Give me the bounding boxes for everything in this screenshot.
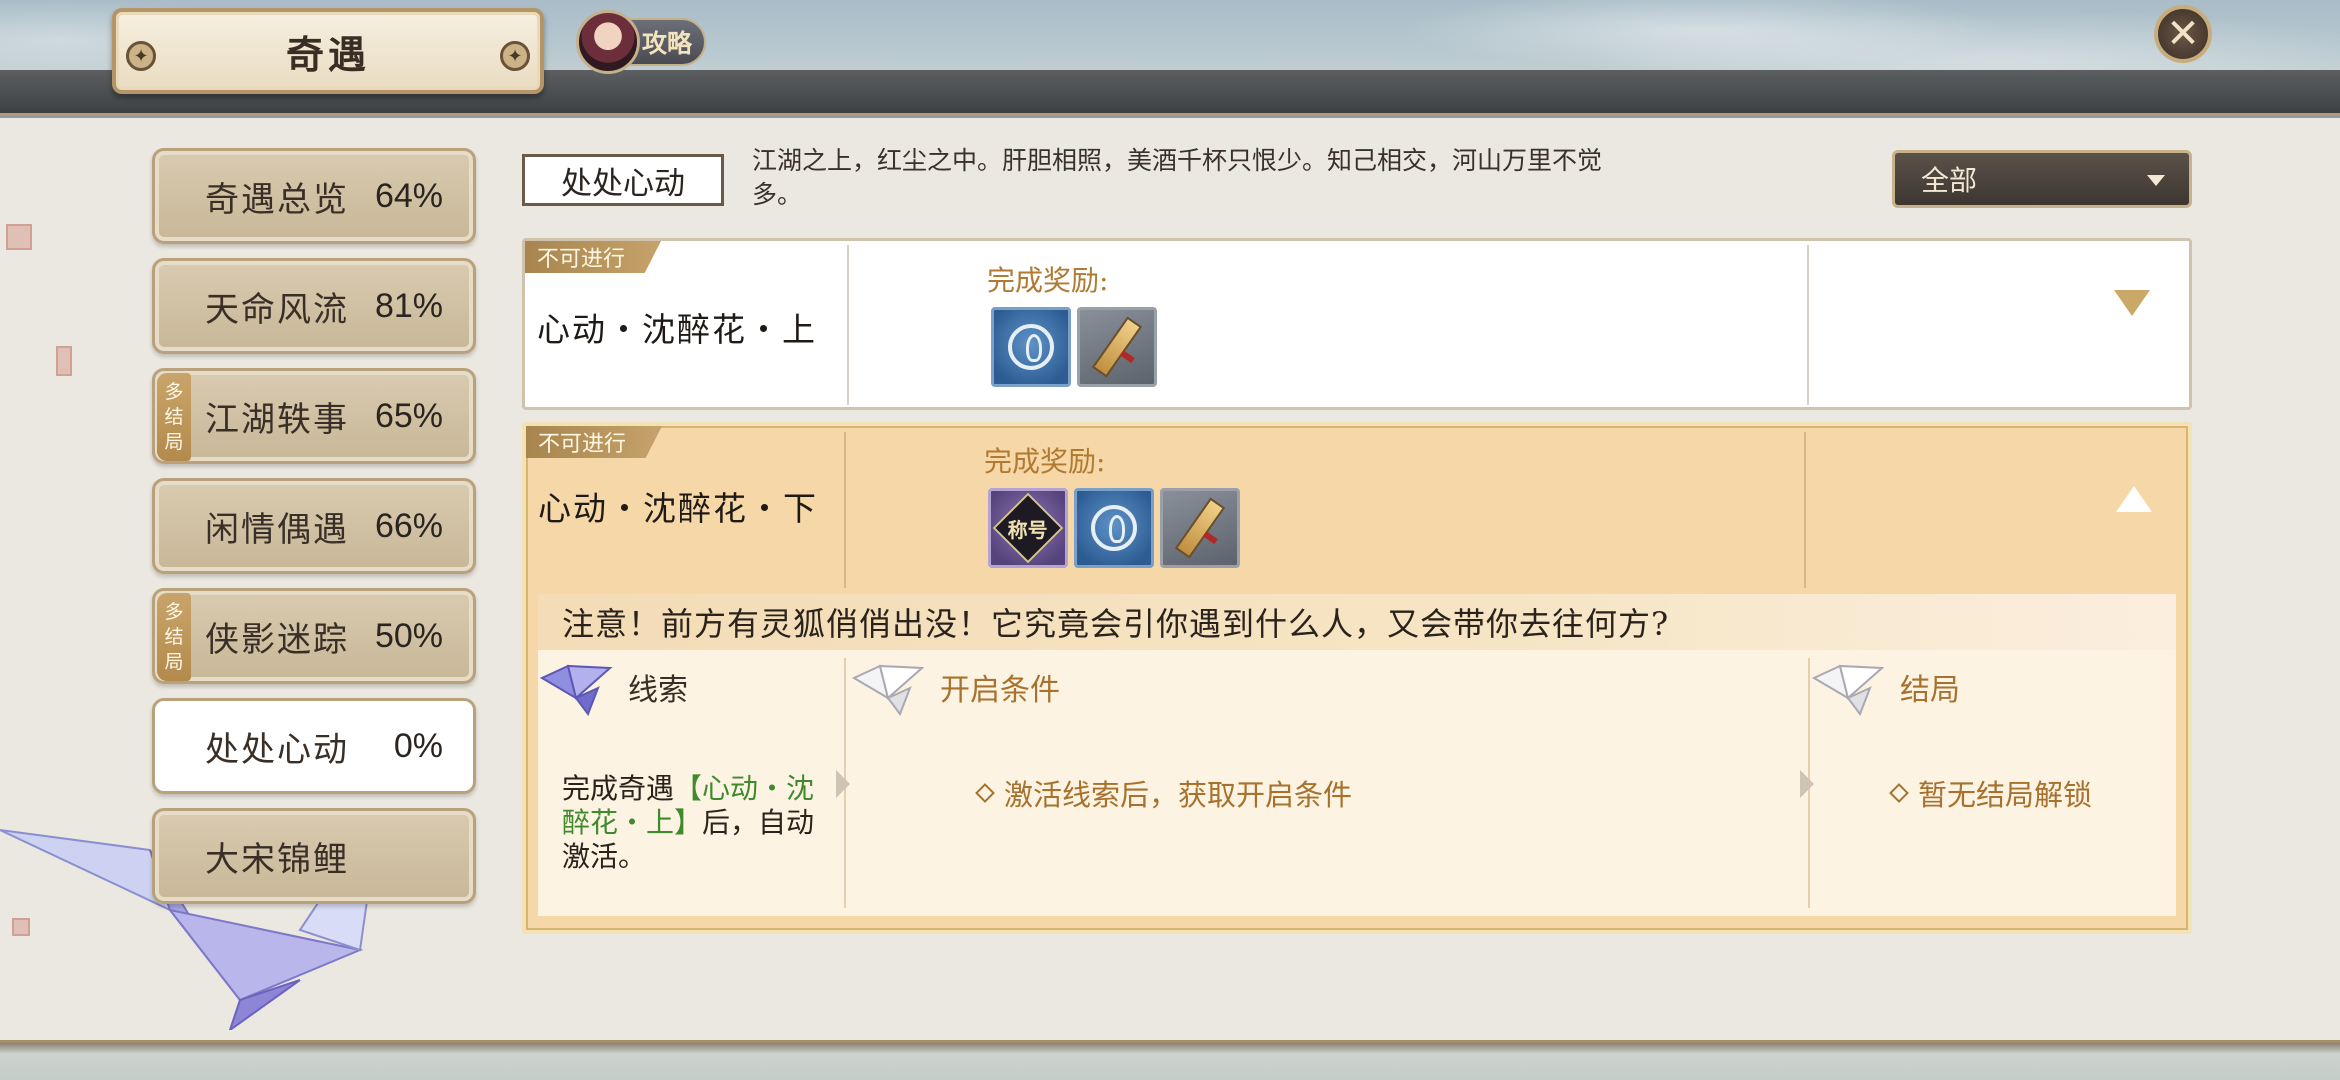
badge-char: 结: [164, 625, 184, 648]
reward-list: [991, 307, 1157, 387]
badge-char: 多: [164, 600, 184, 623]
divider: [847, 245, 849, 405]
ending-column-header: 结局: [1810, 658, 1960, 716]
category-sidebar: 奇遇总览 64% 天命风流 81% 多 结 局 江湖轶事 65% 闲情偶遇 66…: [152, 148, 476, 918]
knot-ornament-icon: ✦: [500, 41, 530, 71]
sidebar-item-progress: 65%: [374, 396, 443, 435]
section-description: 江湖之上，红尘之中。肝胆相照，美酒千杯只恨少。知己相交，河山万里不觉多。: [752, 146, 1603, 209]
clue-description: 完成奇遇【心动・沈醉花・上】后，自动激活。: [562, 772, 832, 874]
sidebar-item-label: 大宋锦鲤: [205, 839, 349, 880]
sidebar-item-tianming[interactable]: 天命风流 81%: [152, 258, 476, 354]
divider: [1807, 245, 1809, 405]
ending-text: 暂无结局解锁: [1918, 778, 2093, 812]
top-header: ✦ 奇遇 ✦ 攻略 ✕: [0, 0, 2340, 118]
sidebar-item-dasong[interactable]: 大宋锦鲤: [152, 808, 476, 904]
guide-button[interactable]: 攻略: [576, 10, 706, 74]
notice-text: 注意！前方有灵狐俏俏出没！它究竟会引你遇到什么人，又会带你去往何方?: [538, 594, 2176, 650]
sidebar-item-label: 奇遇总览: [205, 179, 349, 220]
title-token-icon[interactable]: 称号: [988, 488, 1068, 568]
divider: [1804, 432, 1806, 588]
multi-ending-badge: 多 结 局: [157, 593, 191, 681]
collapse-arrow-icon[interactable]: [2116, 486, 2152, 512]
sidebar-item-progress: 0%: [393, 726, 443, 765]
close-icon[interactable]: ✕: [2154, 5, 2212, 63]
diamond-bullet-icon: [975, 783, 995, 803]
ring-token-icon[interactable]: [1074, 488, 1154, 568]
section-title: 处处心动: [522, 154, 724, 206]
seal-stamp-icon: [6, 224, 32, 250]
status-badge: 不可进行: [525, 241, 661, 273]
ending-label: 结局: [1900, 673, 1960, 708]
badge-char: 局: [164, 650, 184, 673]
badge-char: 结: [164, 405, 184, 428]
white-crane-icon: [1811, 664, 1885, 716]
white-crane-icon: [851, 664, 925, 716]
seal-stamp-icon: [56, 346, 72, 376]
bottom-frame: [0, 1040, 2340, 1080]
sidebar-item-xianqing[interactable]: 闲情偶遇 66%: [152, 478, 476, 574]
sidebar-item-label: 闲情偶遇: [205, 509, 349, 550]
multi-ending-badge: 多 结 局: [157, 373, 191, 461]
encounter-detail-panel: 注意！前方有灵狐俏俏出没！它究竟会引你遇到什么人，又会带你去往何方? 线索 开启…: [538, 594, 2176, 916]
condition-item: 激活线索后，获取开启条件: [975, 772, 1353, 814]
reward-list: 称号: [988, 488, 1240, 568]
badge-char: 多: [164, 380, 184, 403]
condition-column-header: 开启条件: [850, 658, 1060, 716]
clue-column-header: 线索: [538, 658, 688, 716]
status-badge: 不可进行: [526, 426, 662, 458]
filter-dropdown[interactable]: 全部: [1892, 150, 2192, 208]
diamond-bullet-icon: [1889, 783, 1909, 803]
page-title: 奇遇: [285, 31, 370, 77]
encounter-card[interactable]: 不可进行 心动・沈醉花・上 完成奖励:: [522, 238, 2192, 410]
sidebar-item-progress: 81%: [374, 286, 443, 325]
guide-label: 攻略: [642, 29, 693, 58]
sidebar-item-label: 侠影迷踪: [205, 619, 349, 660]
clue-label: 线索: [628, 673, 688, 708]
ending-item: 暂无结局解锁: [1889, 772, 2093, 814]
badge-char: 局: [164, 430, 184, 453]
sidebar-item-jianghu[interactable]: 多 结 局 江湖轶事 65%: [152, 368, 476, 464]
reward-label: 完成奖励:: [987, 264, 1109, 297]
chevron-right-icon: [1800, 770, 1814, 798]
knot-ornament-icon: ✦: [126, 41, 156, 71]
divider: [844, 432, 846, 588]
condition-label: 开启条件: [940, 673, 1060, 708]
sidebar-item-chuchu[interactable]: 处处心动 0%: [152, 698, 476, 794]
sidebar-item-label: 处处心动: [205, 729, 349, 770]
condition-text: 激活线索后，获取开启条件: [1004, 778, 1353, 812]
title-token-text: 称号: [1008, 517, 1048, 542]
title-tab: ✦ 奇遇 ✦: [112, 8, 544, 94]
scroll-token-icon[interactable]: [1160, 488, 1240, 568]
filter-selected-value: 全部: [1921, 164, 1978, 197]
sidebar-item-progress: 64%: [374, 176, 443, 215]
clue-text-part: 完成奇遇: [562, 772, 675, 805]
sidebar-item-label: 江湖轶事: [205, 399, 349, 440]
ring-token-icon[interactable]: [991, 307, 1071, 387]
sidebar-item-xiaying[interactable]: 多 结 局 侠影迷踪 50%: [152, 588, 476, 684]
sidebar-item-overview[interactable]: 奇遇总览 64%: [152, 148, 476, 244]
encounter-name: 心动・沈醉花・上: [537, 310, 817, 349]
encounter-name: 心动・沈醉花・下: [538, 489, 818, 528]
expand-arrow-icon[interactable]: [2114, 290, 2150, 316]
chevron-down-icon: [2147, 175, 2165, 186]
scroll-token-icon[interactable]: [1077, 307, 1157, 387]
sidebar-item-label: 天命风流: [205, 289, 349, 330]
chevron-right-icon: [836, 770, 850, 798]
blue-crane-icon: [539, 664, 613, 716]
character-avatar: [576, 10, 640, 74]
reward-label: 完成奖励:: [984, 445, 1106, 478]
sidebar-item-progress: 66%: [374, 506, 443, 545]
sidebar-item-progress: 50%: [374, 616, 443, 655]
